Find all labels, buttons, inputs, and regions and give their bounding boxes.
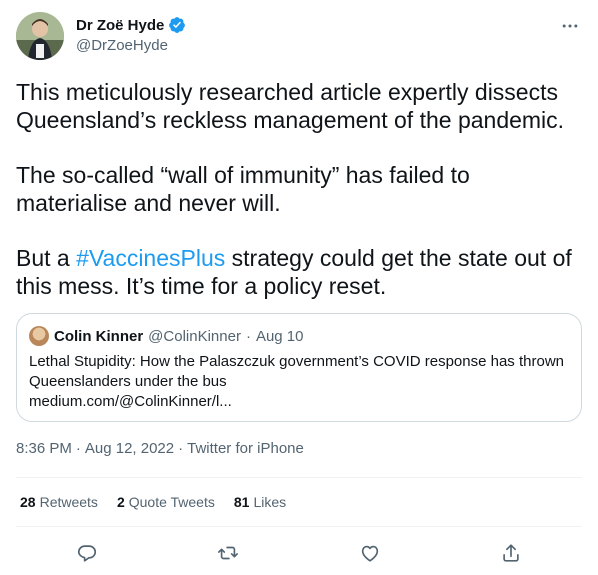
tweet-paragraph: But a #VaccinesPlus strategy could get t… <box>16 244 582 300</box>
author-name[interactable]: Dr Zoë Hyde <box>76 17 164 34</box>
tweet-text-segment: But a <box>16 245 77 271</box>
retweet-icon <box>218 546 239 560</box>
likes-stat[interactable]: 81 Likes <box>234 494 286 510</box>
tweet-date[interactable]: Aug 12, 2022 <box>85 440 174 457</box>
separator-dot: · <box>245 327 251 345</box>
quote-tweets-count: 2 <box>116 494 125 510</box>
quoted-tweet-link[interactable]: medium.com/@ColinKinner/l... <box>29 392 569 412</box>
separator-dot: · <box>75 440 81 457</box>
quoted-tweet-date: Aug 10 <box>255 327 304 345</box>
tweet-stats: 28 Retweets 2 Quote Tweets 81 Likes <box>20 494 286 510</box>
likes-label: Likes <box>253 494 287 510</box>
retweets-stat[interactable]: 28 Retweets <box>20 494 98 510</box>
divider <box>16 477 582 478</box>
retweets-label: Retweets <box>39 494 98 510</box>
like-button[interactable] <box>355 538 385 568</box>
more-horizontal-icon <box>562 24 578 28</box>
quote-tweets-stat[interactable]: 2 Quote Tweets <box>117 494 215 510</box>
share-button[interactable] <box>496 538 526 568</box>
tweet-paragraph: This meticulously researched article exp… <box>16 79 565 133</box>
quoted-tweet[interactable]: Colin Kinner @ColinKinner · Aug 10 Letha… <box>16 313 582 422</box>
author-info: Dr Zoë Hyde @DrZoeHyde <box>76 14 186 54</box>
reply-icon <box>77 545 96 562</box>
quoted-tweet-header: Colin Kinner @ColinKinner · Aug 10 <box>29 326 304 346</box>
divider <box>16 526 582 527</box>
reply-button[interactable] <box>72 538 102 568</box>
quoted-tweet-text: Lethal Stupidity: How the Palaszczuk gov… <box>29 353 564 390</box>
quoted-author-avatar <box>29 326 49 346</box>
hashtag-link[interactable]: #VaccinesPlus <box>76 245 225 271</box>
author-avatar[interactable] <box>16 12 64 60</box>
tweet-time[interactable]: 8:36 PM <box>16 440 72 457</box>
likes-count: 81 <box>233 494 250 510</box>
quoted-author-handle: @ColinKinner <box>148 327 241 345</box>
tweet-paragraph: The so-called “wall of immunity” has fai… <box>16 162 470 216</box>
share-icon <box>503 544 519 562</box>
quoted-author-name: Colin Kinner <box>54 327 144 345</box>
author-handle[interactable]: @DrZoeHyde <box>76 37 186 54</box>
separator-dot: · <box>178 440 184 457</box>
tweet-source[interactable]: Twitter for iPhone <box>187 440 304 457</box>
more-options-button[interactable] <box>558 16 582 36</box>
quoted-tweet-body: Lethal Stupidity: How the Palaszczuk gov… <box>29 352 569 412</box>
tweet-text: This meticulously researched article exp… <box>16 78 582 327</box>
avatar-photo <box>16 12 64 60</box>
heart-icon <box>361 545 378 562</box>
verified-badge-icon <box>168 16 186 34</box>
retweet-button[interactable] <box>213 538 243 568</box>
retweets-count: 28 <box>20 494 36 510</box>
tweet-meta: 8:36 PM · Aug 12, 2022 · Twitter for iPh… <box>16 440 304 457</box>
tweet-actions <box>16 538 582 568</box>
quote-tweets-label: Quote Tweets <box>128 494 215 510</box>
